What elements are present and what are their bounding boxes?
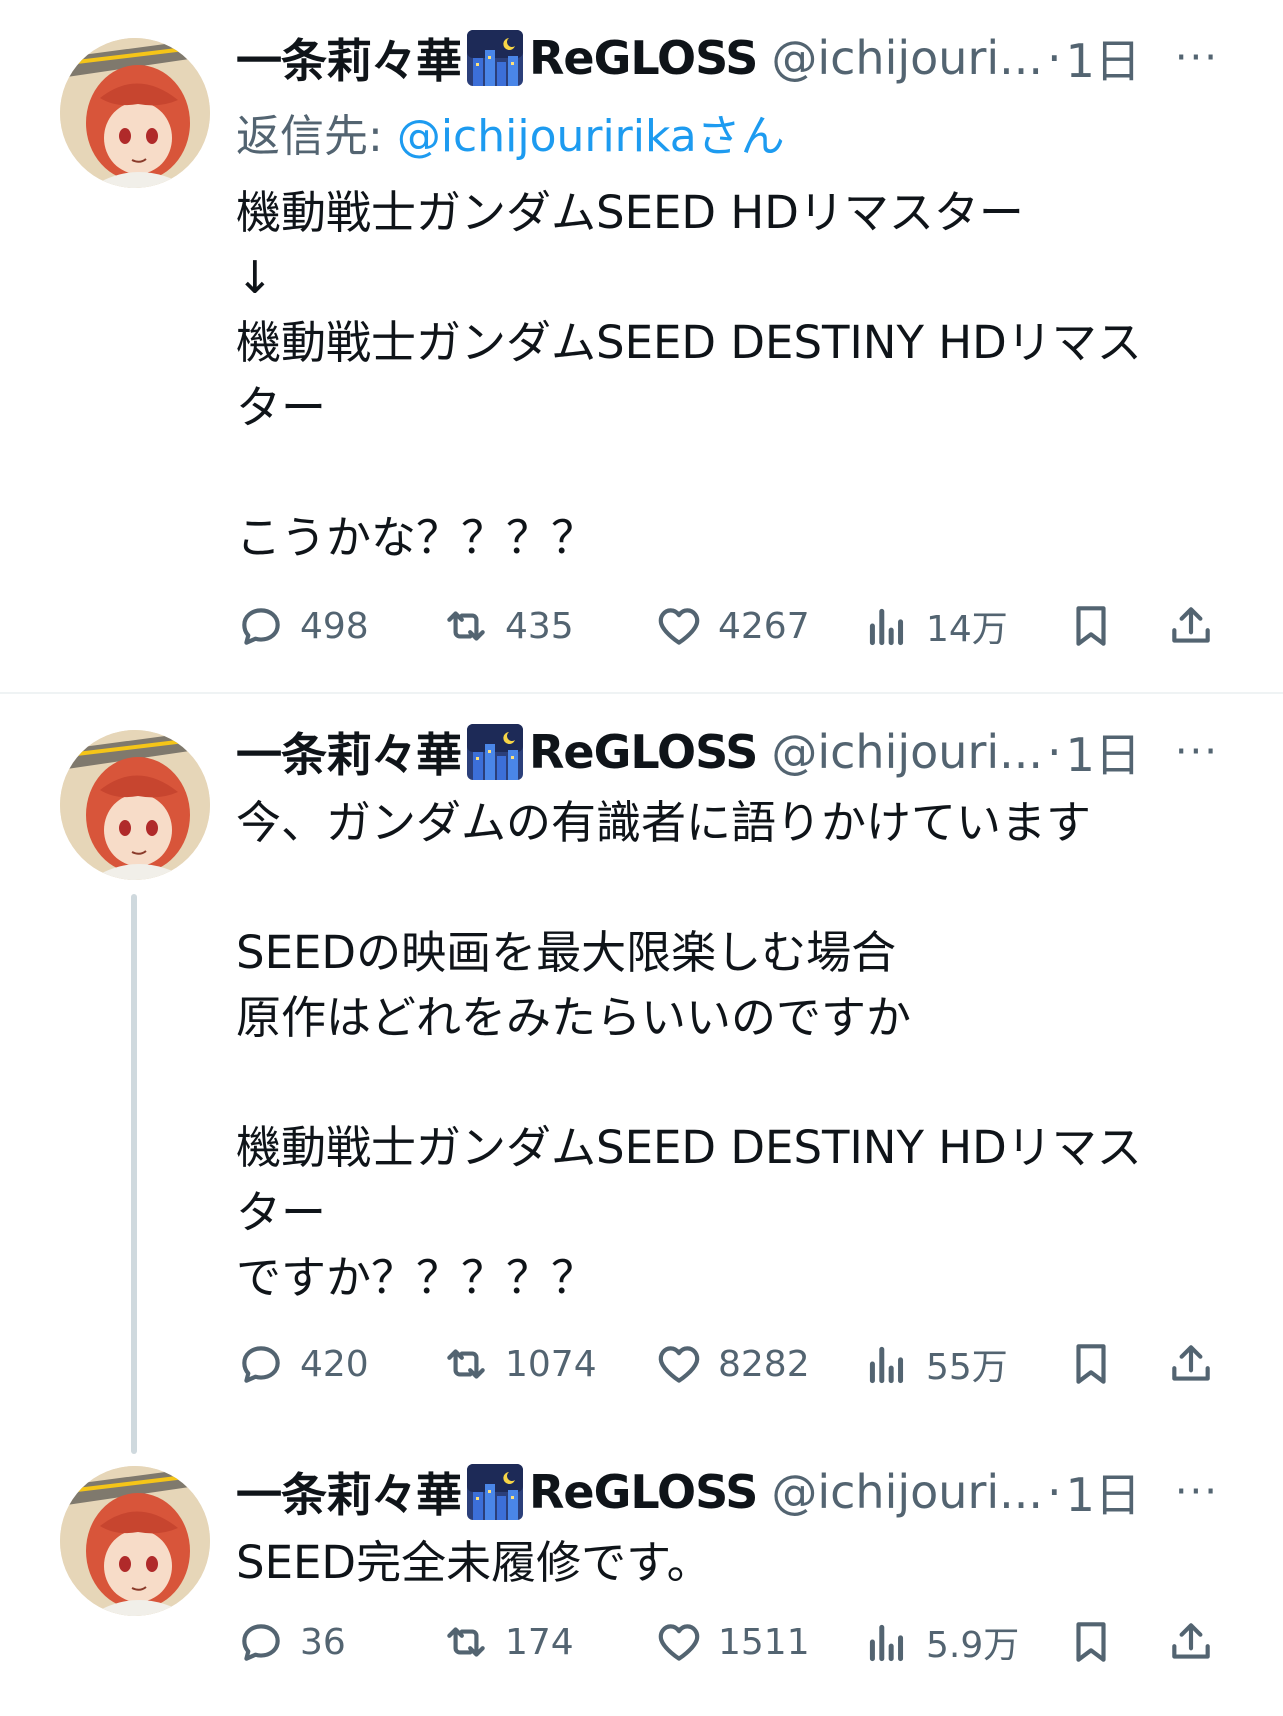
view-count: 5.9万	[926, 1625, 1020, 1666]
retweet-count: 174	[505, 1621, 574, 1663]
retweet-button[interactable]: 435	[441, 596, 574, 656]
tweet-2[interactable]: 一条莉々華 ReGLOSS @ichijouri... · 1日 ··· 今、ガ…	[0, 694, 1283, 1454]
bookmark-button[interactable]	[1066, 1612, 1116, 1672]
avatar-image	[60, 730, 210, 880]
avatar[interactable]	[60, 1466, 210, 1616]
avatar-image	[60, 1466, 210, 1616]
display-name[interactable]: 一条莉々華	[236, 1459, 462, 1525]
reply-to-suffix: さん	[696, 111, 785, 162]
display-name-suffix[interactable]: ReGLOSS	[529, 1465, 758, 1519]
timestamp[interactable]: 1日	[1066, 25, 1141, 91]
thread-connector-line	[131, 894, 137, 1454]
bookmark-button[interactable]	[1066, 596, 1116, 656]
reply-count: 498	[300, 605, 369, 647]
reply-to: 返信先: @ichijouririkaさん	[236, 100, 785, 164]
retweet-count: 435	[505, 605, 574, 647]
view-count: 55万	[926, 1347, 1008, 1388]
bookmark-button[interactable]	[1066, 1334, 1116, 1394]
like-button[interactable]: 8282	[654, 1334, 810, 1394]
reply-to-prefix: 返信先:	[236, 111, 397, 162]
retweet-count: 1074	[505, 1343, 597, 1385]
action-bar: 420 1074 8282 55万	[236, 1334, 1243, 1394]
timestamp[interactable]: 1日	[1066, 1459, 1141, 1525]
action-bar: 36 174 1511 5.9万	[236, 1612, 1243, 1672]
tweet-text: 今、ガンダムの有識者に語りかけています SEEDの映画を最大限楽しむ場合 原作は…	[236, 796, 1142, 1304]
like-button[interactable]: 4267	[654, 596, 810, 656]
display-name[interactable]: 一条莉々華	[236, 719, 462, 785]
heart-icon	[658, 1624, 700, 1661]
tweet-header: 一条莉々華 ReGLOSS @ichijouri... · 1日 ···	[236, 1462, 1283, 1522]
reply-count: 36	[300, 1621, 346, 1663]
tweet-header: 一条莉々華 ReGLOSS @ichijouri... · 1日 ···	[236, 722, 1283, 782]
user-handle[interactable]: @ichijouri...	[771, 31, 1043, 85]
more-options-icon[interactable]: ···	[1175, 35, 1219, 81]
user-handle[interactable]: @ichijouri...	[771, 725, 1043, 779]
display-name-suffix[interactable]: ReGLOSS	[529, 31, 758, 85]
like-count: 1511	[718, 1621, 810, 1663]
view-count: 14万	[926, 609, 1008, 650]
heart-icon	[658, 608, 700, 645]
display-name[interactable]: 一条莉々華	[236, 25, 462, 91]
reply-icon	[242, 608, 280, 645]
heart-icon	[658, 1346, 700, 1383]
tweet-3[interactable]: 一条莉々華 ReGLOSS @ichijouri... · 1日 ··· SEE…	[0, 1430, 1283, 1716]
views-icon	[869, 608, 904, 646]
night-city-emoji-icon	[465, 722, 525, 782]
reply-button[interactable]: 498	[236, 596, 369, 656]
views-icon	[869, 1624, 904, 1662]
views-button[interactable]: 14万	[862, 596, 1008, 656]
views-icon	[869, 1346, 904, 1384]
avatar-image	[60, 38, 210, 188]
bookmark-icon	[1076, 606, 1106, 646]
night-city-emoji-icon	[465, 1462, 525, 1522]
action-bar: 498 435 4267 14万	[236, 596, 1243, 656]
retweet-icon	[447, 1349, 485, 1379]
reply-icon	[242, 1346, 280, 1383]
views-button[interactable]: 5.9万	[862, 1612, 1019, 1672]
share-icon	[1172, 1345, 1210, 1381]
display-name-suffix[interactable]: ReGLOSS	[529, 725, 758, 779]
avatar[interactable]	[60, 38, 210, 188]
reply-to-mention[interactable]: @ichijouririka	[397, 111, 697, 162]
separator-dot: ·	[1047, 725, 1062, 779]
separator-dot: ·	[1047, 31, 1062, 85]
share-icon	[1172, 1623, 1210, 1659]
share-button[interactable]	[1166, 1612, 1216, 1672]
night-city-emoji-icon	[465, 28, 525, 88]
more-options-icon[interactable]: ···	[1175, 729, 1219, 775]
retweet-button[interactable]: 174	[441, 1612, 574, 1672]
share-button[interactable]	[1166, 1334, 1216, 1394]
share-button[interactable]	[1166, 596, 1216, 656]
timestamp[interactable]: 1日	[1066, 719, 1141, 785]
tweet-1[interactable]: 一条莉々華 ReGLOSS @ichijouri... · 1日 ··· 返信先…	[0, 0, 1283, 690]
share-icon	[1172, 607, 1210, 643]
like-button[interactable]: 1511	[654, 1612, 810, 1672]
reply-button[interactable]: 36	[236, 1612, 346, 1672]
bookmark-icon	[1076, 1622, 1106, 1662]
reply-icon	[242, 1624, 280, 1661]
like-count: 8282	[718, 1343, 810, 1385]
avatar[interactable]	[60, 730, 210, 880]
reply-count: 420	[300, 1343, 369, 1385]
tweet-header: 一条莉々華 ReGLOSS @ichijouri... · 1日 ···	[236, 28, 1283, 88]
retweet-icon	[447, 611, 485, 641]
tweet-text: 機動戦士ガンダムSEED HDリマスター ↓ 機動戦士ガンダムSEED DEST…	[236, 186, 1142, 564]
reply-button[interactable]: 420	[236, 1334, 369, 1394]
more-options-icon[interactable]: ···	[1175, 1469, 1219, 1515]
bookmark-icon	[1076, 1344, 1106, 1384]
user-handle[interactable]: @ichijouri...	[771, 1465, 1043, 1519]
tweet-text: SEED完全未履修です。	[236, 1536, 712, 1589]
separator-dot: ·	[1047, 1465, 1062, 1519]
like-count: 4267	[718, 605, 810, 647]
retweet-icon	[447, 1627, 485, 1657]
views-button[interactable]: 55万	[862, 1334, 1008, 1394]
retweet-button[interactable]: 1074	[441, 1334, 597, 1394]
